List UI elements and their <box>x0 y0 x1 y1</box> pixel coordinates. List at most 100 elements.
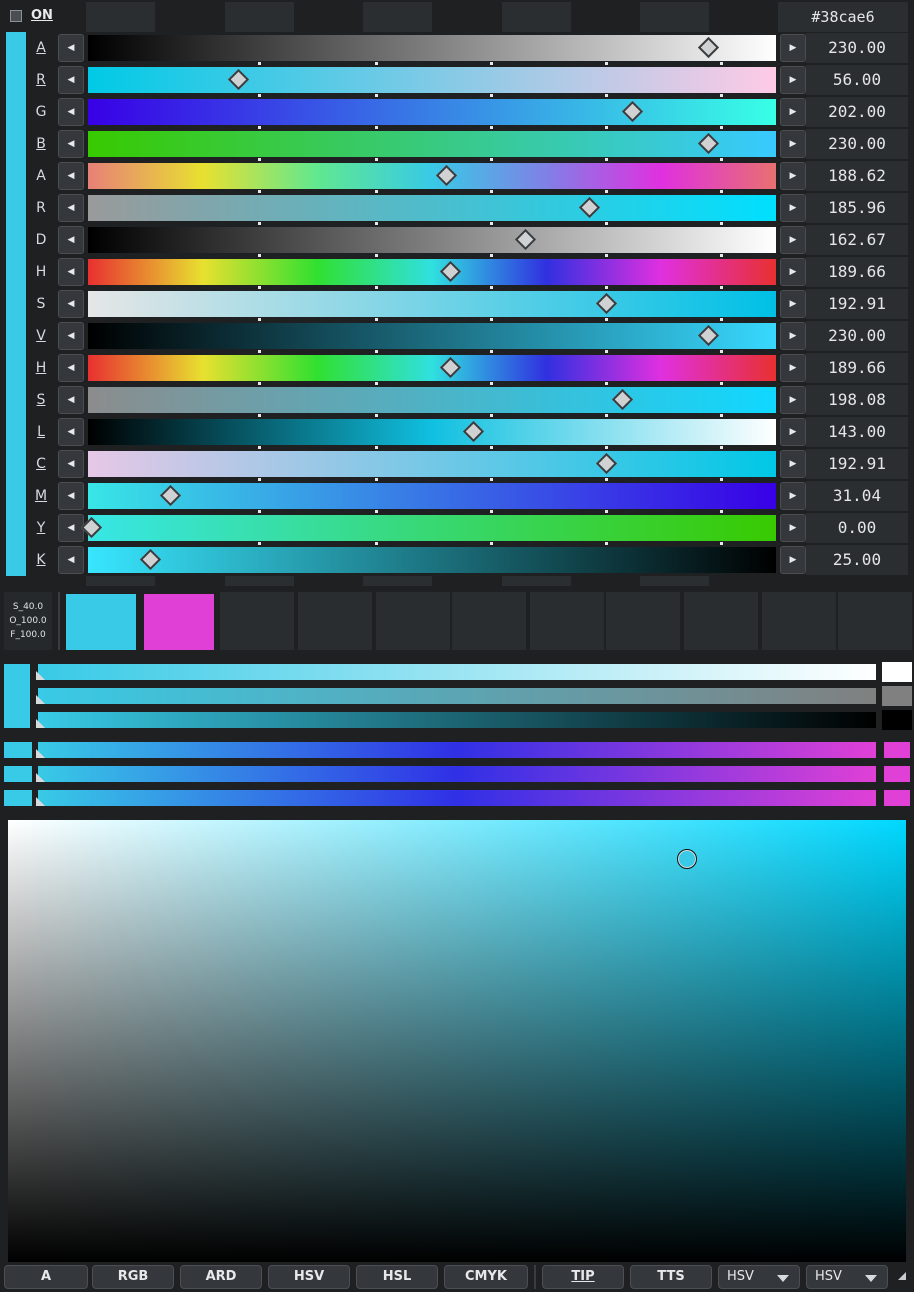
increment-button[interactable]: ▶ <box>780 258 806 286</box>
slider-track[interactable] <box>88 259 776 285</box>
color-swatch[interactable] <box>762 592 836 650</box>
decrement-button[interactable]: ◀ <box>58 386 84 414</box>
decrement-button[interactable]: ◀ <box>58 450 84 478</box>
tab-rgb[interactable]: RGB <box>92 1265 174 1289</box>
decrement-button[interactable]: ◀ <box>58 290 84 318</box>
increment-button[interactable]: ▶ <box>780 482 806 510</box>
slider-value-field[interactable]: 25.00 <box>806 545 908 575</box>
slider-value-field[interactable]: 192.91 <box>806 289 908 319</box>
slider-value-field[interactable]: 56.00 <box>806 65 908 95</box>
mixer-handle[interactable] <box>36 797 45 806</box>
slider-value-field[interactable]: 230.00 <box>806 321 908 351</box>
increment-button[interactable]: ▶ <box>780 546 806 574</box>
color-swatch[interactable] <box>66 594 136 650</box>
slider-value-field[interactable]: 31.04 <box>806 481 908 511</box>
decrement-button[interactable]: ◀ <box>58 226 84 254</box>
slider-track[interactable] <box>88 99 776 125</box>
slider-track[interactable] <box>88 67 776 93</box>
color-swatch[interactable] <box>144 594 214 650</box>
decrement-button[interactable]: ◀ <box>58 130 84 158</box>
increment-button[interactable]: ▶ <box>780 98 806 126</box>
on-checkbox[interactable] <box>10 10 22 22</box>
slider-track[interactable] <box>88 547 776 573</box>
color-swatch[interactable] <box>606 592 680 650</box>
slider-track[interactable] <box>88 131 776 157</box>
color-swatch[interactable] <box>376 592 450 650</box>
slider-track[interactable] <box>88 355 776 381</box>
color-swatch[interactable] <box>220 592 294 650</box>
tab-hsv[interactable]: HSV <box>268 1265 350 1289</box>
slider-value-field[interactable]: 189.66 <box>806 353 908 383</box>
tab-cmyk[interactable]: CMYK <box>444 1265 528 1289</box>
slider-track[interactable] <box>88 227 776 253</box>
slider-value-field[interactable]: 143.00 <box>806 417 908 447</box>
mixer-gradient-bar[interactable] <box>38 742 876 758</box>
slider-value-field[interactable]: 188.62 <box>806 161 908 191</box>
tab-tip[interactable]: TIP <box>542 1265 624 1289</box>
slider-value-field[interactable]: 202.00 <box>806 97 908 127</box>
tab-tts[interactable]: TTS <box>630 1265 712 1289</box>
mixer-handle[interactable] <box>36 671 45 680</box>
increment-button[interactable]: ▶ <box>780 290 806 318</box>
color-swatch[interactable] <box>452 592 526 650</box>
decrement-button[interactable]: ◀ <box>58 322 84 350</box>
color-swatch[interactable] <box>684 592 758 650</box>
increment-button[interactable]: ▶ <box>780 34 806 62</box>
mixer-gradient-bar[interactable] <box>38 790 876 806</box>
color-swatch[interactable] <box>530 592 604 650</box>
slider-track[interactable] <box>88 163 776 189</box>
increment-button[interactable]: ▶ <box>780 418 806 446</box>
slider-value-field[interactable]: 0.00 <box>806 513 908 543</box>
increment-button[interactable]: ▶ <box>780 130 806 158</box>
mixer-handle[interactable] <box>36 719 45 728</box>
decrement-button[interactable]: ◀ <box>58 258 84 286</box>
decrement-button[interactable]: ◀ <box>58 546 84 574</box>
mixer-handle[interactable] <box>36 773 45 782</box>
slider-value-field[interactable]: 162.67 <box>806 225 908 255</box>
slider-value-field[interactable]: 198.08 <box>806 385 908 415</box>
tab-hsl[interactable]: HSL <box>356 1265 438 1289</box>
slider-value-field[interactable]: 230.00 <box>806 129 908 159</box>
slider-track[interactable] <box>88 195 776 221</box>
decrement-button[interactable]: ◀ <box>58 418 84 446</box>
increment-button[interactable]: ▶ <box>780 354 806 382</box>
hex-value-field[interactable]: #38cae6 <box>778 2 908 32</box>
slider-track[interactable] <box>88 451 776 477</box>
slider-track[interactable] <box>88 291 776 317</box>
color-swatch[interactable] <box>298 592 372 650</box>
increment-button[interactable]: ▶ <box>780 226 806 254</box>
slider-track[interactable] <box>88 35 776 61</box>
tab-a[interactable]: A <box>4 1265 88 1289</box>
tab-ard[interactable]: ARD <box>180 1265 262 1289</box>
increment-button[interactable]: ▶ <box>780 66 806 94</box>
increment-button[interactable]: ▶ <box>780 514 806 542</box>
mixer-gradient-bar[interactable] <box>38 688 876 704</box>
increment-button[interactable]: ▶ <box>780 194 806 222</box>
decrement-button[interactable]: ◀ <box>58 98 84 126</box>
mixer-gradient-bar[interactable] <box>38 664 876 680</box>
decrement-button[interactable]: ◀ <box>58 514 84 542</box>
slider-track[interactable] <box>88 419 776 445</box>
slider-value-field[interactable]: 230.00 <box>806 33 908 63</box>
increment-button[interactable]: ▶ <box>780 322 806 350</box>
mixer-gradient-bar[interactable] <box>38 712 876 728</box>
decrement-button[interactable]: ◀ <box>58 34 84 62</box>
decrement-button[interactable]: ◀ <box>58 66 84 94</box>
increment-button[interactable]: ▶ <box>780 162 806 190</box>
decrement-button[interactable]: ◀ <box>58 194 84 222</box>
slider-track[interactable] <box>88 323 776 349</box>
resize-grip-icon[interactable] <box>898 1272 906 1280</box>
slider-value-field[interactable]: 189.66 <box>806 257 908 287</box>
mode-dropdown-1[interactable]: HSV <box>718 1265 800 1289</box>
decrement-button[interactable]: ◀ <box>58 354 84 382</box>
mode-dropdown-2[interactable]: HSV <box>806 1265 888 1289</box>
saturation-value-field[interactable] <box>8 820 906 1262</box>
decrement-button[interactable]: ◀ <box>58 162 84 190</box>
color-swatch[interactable] <box>838 592 912 650</box>
slider-track[interactable] <box>88 483 776 509</box>
mixer-handle[interactable] <box>36 749 45 758</box>
decrement-button[interactable]: ◀ <box>58 482 84 510</box>
mixer-gradient-bar[interactable] <box>38 766 876 782</box>
increment-button[interactable]: ▶ <box>780 450 806 478</box>
mixer-handle[interactable] <box>36 695 45 704</box>
